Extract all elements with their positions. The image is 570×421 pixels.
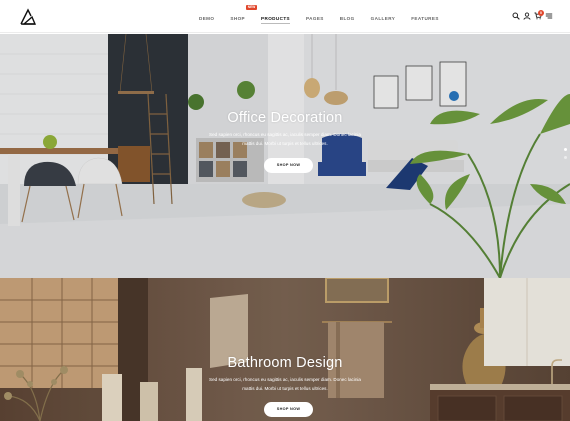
- hero-bathroom-slide: Bathroom Design Sed sapien orci, rhoncus…: [0, 278, 570, 421]
- nav-products-label: PRODUCTS: [261, 15, 290, 21]
- hero-office-slide: Office Decoration Sed sapien orci, rhonc…: [0, 34, 570, 278]
- nav-blog[interactable]: BLOG: [340, 16, 355, 21]
- cart-count-badge: 0: [538, 10, 544, 16]
- hero-bathroom-text-line2: mattis dui. Morbi ut turpis et tellus ul…: [242, 386, 328, 391]
- slider-dot-1[interactable]: [564, 148, 567, 151]
- user-icon[interactable]: [523, 12, 531, 20]
- hero-office-text-line1: Sed sapien orci, rhoncus eu sagittis ac,…: [209, 132, 361, 137]
- nav-active-underline: [261, 22, 290, 24]
- hero-bathroom-text: Sed sapien orci, rhoncus eu sagittis ac,…: [185, 375, 385, 393]
- office-shop-now-button[interactable]: SHOP NOW: [264, 158, 313, 173]
- nav-features[interactable]: FEATURES: [411, 16, 439, 21]
- nav-products[interactable]: PRODUCTS: [261, 15, 290, 24]
- site-header: DEMO SHOP PRODUCTS PAGES BLOG GALLERY FE…: [0, 0, 570, 33]
- slider-dot-2[interactable]: [564, 156, 567, 159]
- main-nav: DEMO SHOP PRODUCTS PAGES BLOG GALLERY FE…: [199, 13, 455, 24]
- nav-demo[interactable]: DEMO: [199, 16, 214, 21]
- nav-shop[interactable]: SHOP: [230, 16, 245, 21]
- new-badge: NEW: [246, 5, 257, 10]
- logo-icon[interactable]: [19, 8, 37, 26]
- header-icons: [512, 12, 556, 20]
- nav-pages[interactable]: PAGES: [306, 16, 324, 21]
- nav-gallery[interactable]: GALLERY: [371, 16, 396, 21]
- menu-icon[interactable]: [545, 12, 553, 20]
- search-icon[interactable]: [512, 12, 520, 20]
- hero-office-title: Office Decoration: [227, 110, 343, 126]
- hero-bathroom-text-line1: Sed sapien orci, rhoncus eu sagittis ac,…: [209, 377, 361, 382]
- bathroom-scene-image: [0, 278, 570, 421]
- hero-bathroom-title: Bathroom Design: [227, 355, 343, 371]
- hero-office-text: Sed sapien orci, rhoncus eu sagittis ac,…: [185, 130, 385, 148]
- office-scene-image: [0, 34, 570, 278]
- bathroom-shop-now-button[interactable]: SHOP NOW: [264, 402, 313, 417]
- hero-office-text-line2: mattis dui. Morbi ut turpis et tellus ul…: [242, 141, 328, 146]
